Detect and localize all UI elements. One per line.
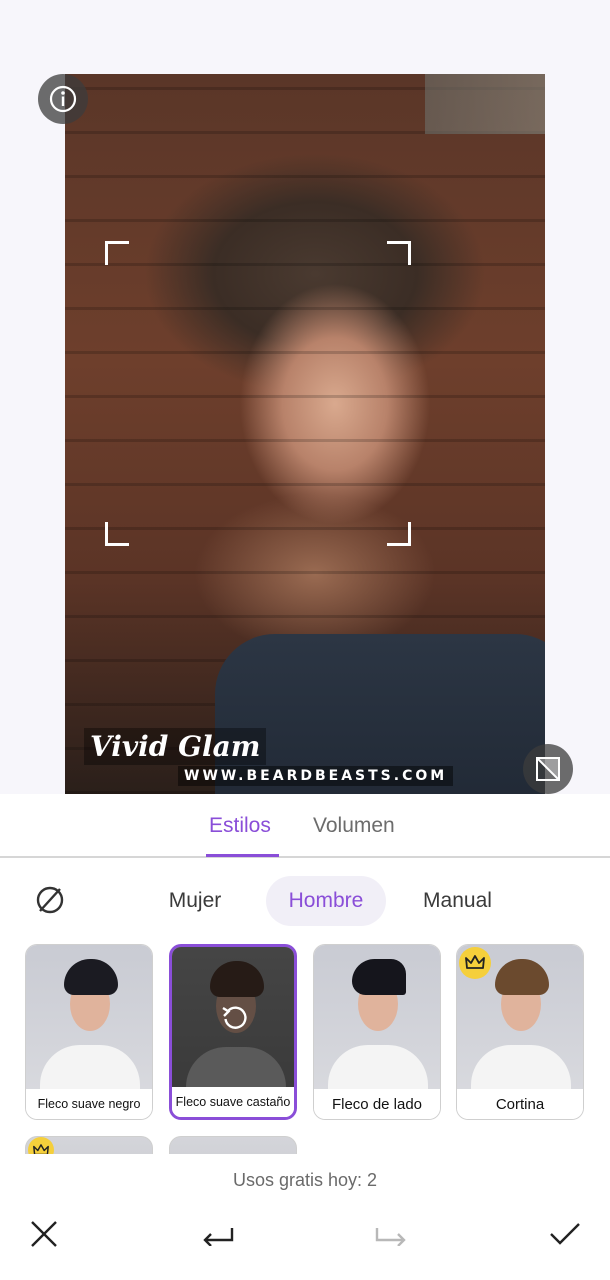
- style-label: Cortina: [457, 1089, 583, 1119]
- style-label: Fleco de lado: [314, 1089, 440, 1119]
- style-thumbnail: [26, 945, 152, 1105]
- reset-icon[interactable]: [219, 1002, 251, 1034]
- category-selector: Mujer Hombre Manual: [0, 876, 610, 926]
- face-frame-bottom-left: [105, 522, 129, 546]
- thumbnail-hair: [352, 959, 406, 995]
- category-manual[interactable]: Manual: [410, 876, 505, 926]
- style-card[interactable]: Fleco suave negro: [25, 944, 153, 1120]
- thumbnail-hair: [495, 959, 549, 995]
- undo-icon: [203, 1228, 234, 1246]
- no-style-button[interactable]: [28, 878, 72, 922]
- tab-estilos[interactable]: Estilos: [209, 814, 271, 838]
- style-card-premium[interactable]: Cortina: [456, 944, 584, 1120]
- watermark-url: WWW.BEARDBEASTS.COM: [178, 766, 454, 786]
- undo-button[interactable]: [196, 1212, 240, 1256]
- style-cards-row-2: [0, 1136, 610, 1154]
- tab-volumen[interactable]: Volumen: [313, 814, 395, 838]
- style-card-selected[interactable]: Fleco suave castaño: [169, 944, 297, 1120]
- compare-icon: [536, 757, 560, 781]
- watermark-title: Vivid Glam: [84, 728, 267, 765]
- style-label: Fleco suave castaño: [172, 1087, 294, 1117]
- info-button[interactable]: [38, 74, 88, 124]
- photo-preview: [65, 74, 545, 794]
- redo-button[interactable]: [369, 1212, 413, 1256]
- free-uses-text: Usos gratis hoy: 2: [232, 1170, 378, 1190]
- style-cards: Fleco suave negro Fleco suave castaño Fl…: [0, 944, 610, 1120]
- info-icon: [49, 85, 77, 113]
- premium-badge: [28, 1137, 54, 1154]
- no-style-icon: [36, 886, 64, 914]
- style-thumbnail: [172, 947, 294, 1107]
- action-bar: [0, 1204, 610, 1264]
- crown-icon: [465, 955, 485, 969]
- check-icon: [550, 1223, 580, 1245]
- face-frame-top-right: [387, 241, 411, 265]
- close-button[interactable]: [22, 1212, 66, 1256]
- redo-icon: [375, 1228, 406, 1246]
- style-card-partial[interactable]: [25, 1136, 153, 1154]
- style-label: Fleco suave negro: [26, 1089, 152, 1119]
- apply-button[interactable]: [543, 1212, 587, 1256]
- style-card-partial[interactable]: [169, 1136, 297, 1154]
- category-mujer[interactable]: Mujer: [150, 876, 240, 926]
- bottom-sheet: Estilos Volumen Mujer Hombre Manual Flec…: [0, 794, 610, 1280]
- category-hombre[interactable]: Hombre: [266, 876, 386, 926]
- premium-badge: [459, 947, 491, 979]
- active-tab-indicator: [206, 854, 279, 857]
- face-frame-top-left: [105, 241, 129, 265]
- crown-icon: [33, 1143, 49, 1154]
- style-thumbnail: [314, 945, 440, 1105]
- face-frame-bottom-right: [387, 522, 411, 546]
- background-window: [425, 74, 545, 134]
- style-card[interactable]: Fleco de lado: [313, 944, 441, 1120]
- close-icon: [31, 1221, 57, 1247]
- compare-button[interactable]: [523, 744, 573, 794]
- tab-bar: Estilos Volumen: [0, 794, 610, 858]
- thumbnail-hair: [64, 959, 118, 995]
